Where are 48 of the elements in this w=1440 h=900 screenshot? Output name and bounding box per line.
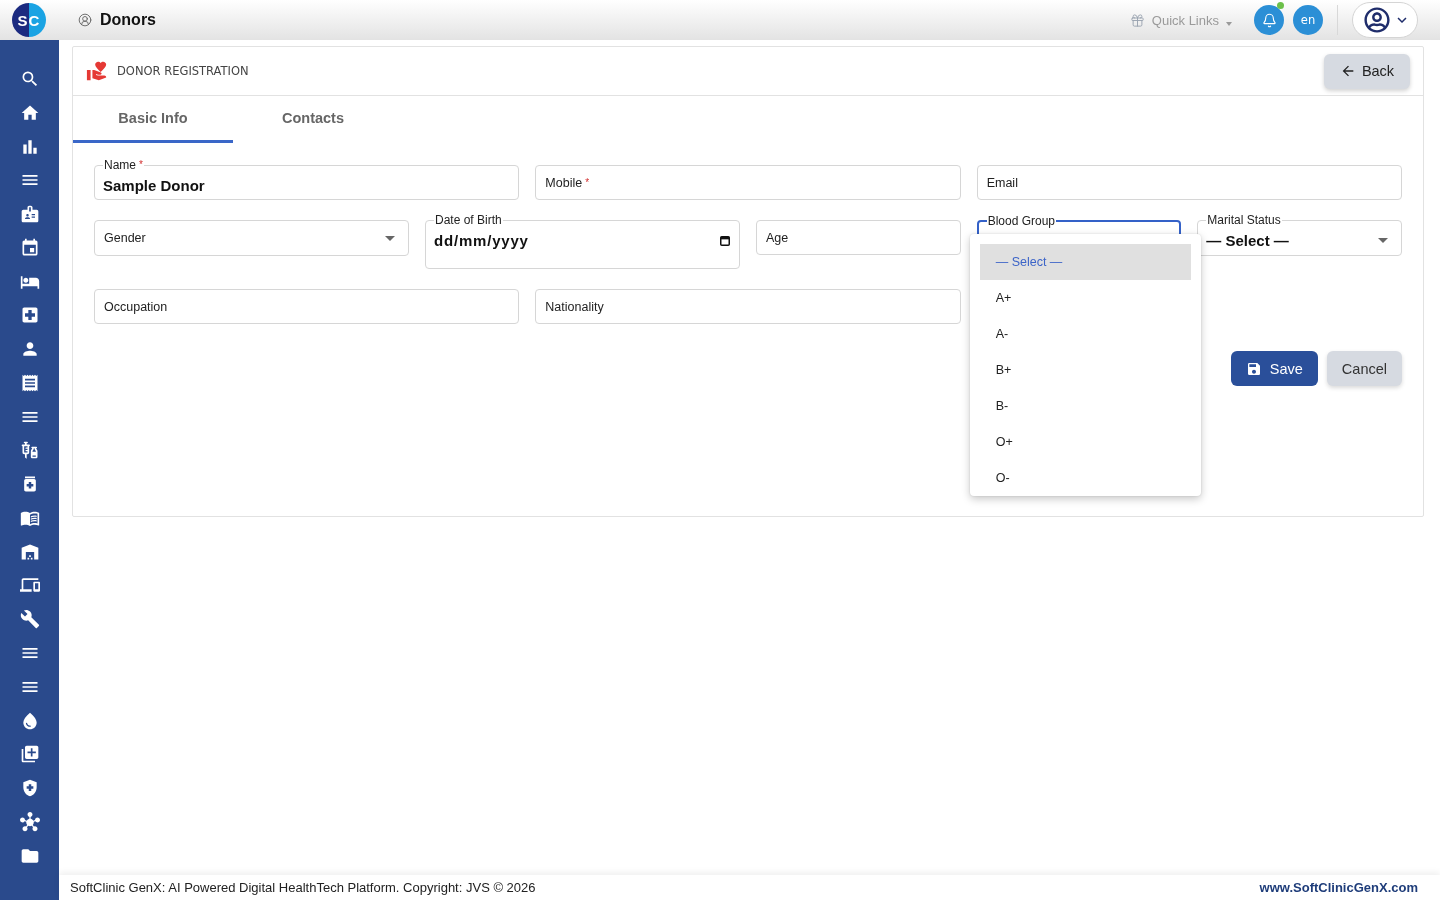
gift-icon [1129,12,1145,28]
caret-icon [1226,22,1232,26]
text-field[interactable]: Nationality [535,289,961,324]
field-label: Age [765,230,790,245]
user-avatar-icon [1363,7,1390,33]
hand-heart-icon [86,60,108,82]
wrench-icon[interactable] [19,609,40,630]
dropdown-option[interactable]: O- [979,460,1191,496]
network-icon[interactable] [19,811,40,832]
tab[interactable]: Contacts [233,96,393,143]
text-field[interactable]: Email [976,165,1402,200]
card-title: DONOR REGISTRATION [117,64,249,78]
page-title: Donors [100,11,156,29]
save-button[interactable]: Save [1230,351,1318,386]
add-stack-icon[interactable] [19,744,40,765]
text-field[interactable]: Occupation [94,289,520,324]
field-label: Mobile * [544,175,591,190]
field-label: Occupation [103,299,169,314]
field-label: Email [985,175,1019,190]
dropdown-option[interactable]: O+ [979,424,1191,460]
id-badge-icon[interactable] [19,204,40,225]
calendar-icon[interactable] [720,236,730,246]
copyright-text: SoftClinic GenX: AI Powered Digital HealthTech Platform. Copyright: JVS © 2026 [70,880,536,895]
dropdown-option[interactable]: — Select — [979,244,1191,280]
notifications-button[interactable] [1254,5,1284,35]
syringe-vial-icon[interactable] [19,440,40,461]
person-circle-icon [78,13,92,27]
website-link[interactable]: www.SoftClinicGenX.com [1259,880,1418,895]
app-logo: SC [12,3,46,37]
field-label: Name * [103,158,144,172]
field-label: Blood Group [986,214,1057,228]
dropdown-option[interactable]: A+ [979,280,1191,316]
bell-icon [1261,12,1277,28]
text-field[interactable]: Mobile * [535,165,961,200]
cancel-button[interactable]: Cancel [1326,351,1402,386]
field-label: Date of Birth [434,213,503,227]
field-label: Nationality [544,299,605,314]
dropdown-option[interactable]: A- [979,316,1191,352]
field-label: Gender [103,231,147,245]
field-label: Marital Status [1206,213,1282,227]
tab[interactable]: Basic Info [73,96,233,143]
language-button[interactable]: en [1293,5,1323,35]
dropdown-option[interactable]: B+ [979,352,1191,388]
dropdown-option[interactable]: B- [979,388,1191,424]
back-button[interactable]: Back [1324,53,1410,89]
select-field[interactable]: Gender [94,220,409,256]
text-field[interactable]: Age [756,220,961,255]
profile-button[interactable] [1352,2,1418,38]
